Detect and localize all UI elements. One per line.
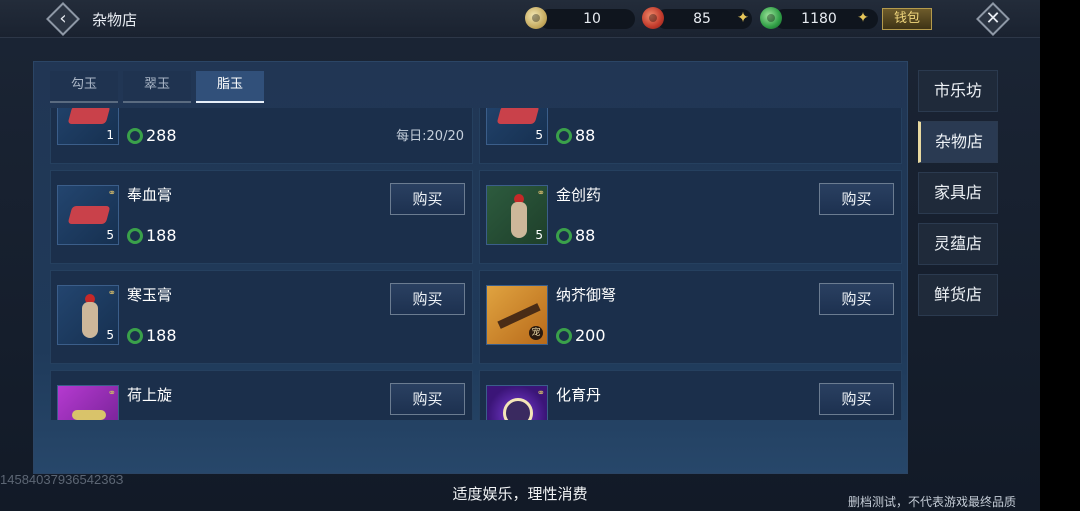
medicine-vase-icon [511,202,527,238]
nav-item-jiajudian[interactable]: 家具店 [918,172,998,214]
link-icon: ⚭ [536,388,545,399]
item-quantity: 5 [535,128,543,142]
list-item: 5 88 [479,108,902,164]
add-yellow-currency-plus-icon[interactable]: ✦ [736,11,750,25]
nav-item-lingyundian[interactable]: 灵蕴店 [918,223,998,265]
cold-jade-paste-icon [82,302,98,338]
list-item: ⚭ 化育丹 购买 [479,370,902,420]
item-price-value: 288 [146,126,177,145]
pet-badge: 宠 [529,326,543,340]
green-jade-coin-icon [127,328,143,344]
item-price-value: 88 [575,126,596,145]
item-thumbnail[interactable]: ⚭ 5 [57,285,119,345]
list-item: 1 288 每日:20/20 [50,108,473,164]
green-jade-coin-icon [127,128,143,144]
link-icon: ⚭ [536,188,545,199]
item-thumbnail[interactable]: 5 [486,108,548,145]
item-quantity: 5 [106,228,114,242]
item-thumbnail[interactable]: ⚭ [486,385,548,420]
blood-paste-icon [67,108,111,124]
shop-screen: ‹ 杂物店 10 85 ✦ 1180 ✦ ✦ 钱包 ✕ 勾玉 翠玉 脂玉 1 2… [0,0,1040,511]
green-jade-coin-icon [556,228,572,244]
item-price-value: 200 [575,326,606,345]
nav-item-zawudian[interactable]: 杂物店 [918,121,998,163]
currency-value: 10 [583,11,601,27]
close-icon: ✕ [985,8,1001,29]
item-thumbnail[interactable]: 1 [57,108,119,145]
paste-icon [496,108,540,124]
buy-button[interactable]: 购买 [819,283,894,315]
back-button[interactable]: ‹ [45,2,81,36]
item-thumbnail[interactable]: ⚭ 5 [57,185,119,245]
item-quantity: 5 [535,228,543,242]
item-name: 荷上旋 [127,386,173,404]
item-price-value: 188 [146,226,177,245]
list-item: ⚭ 5 寒玉膏 188 购买 [50,270,473,364]
yellow-jade-coin-icon [525,7,547,29]
tab-cuiyu[interactable]: 翠玉 [123,71,191,103]
item-name: 奉血膏 [127,186,173,204]
list-item: ⚭ 5 奉血膏 188 购买 [50,170,473,264]
dragonfly-icon [72,410,106,420]
green-jade-coin-icon [760,7,782,29]
crossbow-icon [497,303,541,329]
screen-edge [1040,0,1080,511]
page-title: 杂物店 [92,11,138,29]
green-jade-coin-icon [127,228,143,244]
red-coin-icon [642,7,664,29]
green-jade-coin-icon [556,128,572,144]
buy-button[interactable]: 购买 [390,183,465,215]
buy-button[interactable]: 购买 [819,183,894,215]
nav-item-shileyfang[interactable]: 市乐坊 [918,70,998,112]
currency-value: 1180 [801,11,837,27]
currency-yellow-jade: 10 [525,7,635,31]
item-name: 金创药 [556,186,602,204]
item-thumbnail[interactable]: 宠 [486,285,548,345]
elixir-pill-icon [503,398,533,420]
item-thumbnail[interactable]: ⚭ [57,385,119,420]
tab-gouyu[interactable]: 勾玉 [50,71,118,103]
tab-zhiyu[interactable]: 脂玉 [196,71,264,103]
link-icon: ⚭ [107,388,116,399]
currency-green-jade: 1180 ✦ [760,7,878,31]
list-item: ⚭ 荷上旋 购买 [50,370,473,420]
item-price-value: 188 [146,326,177,345]
add-green-currency-plus-icon[interactable]: ✦ [856,11,870,25]
green-jade-coin-icon [556,328,572,344]
currency-value: 85 [693,11,711,27]
close-button[interactable]: ✕ [975,2,1011,36]
wallet-button[interactable]: 钱包 [882,8,932,30]
item-price-value: 88 [575,226,596,245]
item-quantity: 5 [106,328,114,342]
top-bar: ‹ 杂物店 10 85 ✦ 1180 ✦ ✦ 钱包 ✕ [0,0,1040,38]
buy-button[interactable]: 购买 [390,283,465,315]
link-icon: ⚭ [107,188,116,199]
daily-limit: 每日:20/20 [396,129,464,144]
buy-button[interactable]: 购买 [390,383,465,415]
item-name: 纳芥御弩 [556,286,617,304]
item-thumbnail[interactable]: ⚭ 5 [486,185,548,245]
test-build-note: 删档测试，不代表游戏最终品质 [848,495,1017,509]
chevron-left-icon: ‹ [59,8,67,29]
list-item: 宠 纳芥御弩 200 购买 [479,270,902,364]
buy-button[interactable]: 购买 [819,383,894,415]
item-list[interactable]: 1 288 每日:20/20 5 88 ⚭ 5 奉血膏 188 购买 ⚭ 5 金… [50,108,902,420]
nav-item-xianhuodian[interactable]: 鲜货店 [918,274,998,316]
item-name: 化育丹 [556,386,602,404]
item-name: 寒玉膏 [127,286,173,304]
link-icon: ⚭ [107,288,116,299]
blood-paste-icon [67,206,111,224]
list-item: ⚭ 5 金创药 88 购买 [479,170,902,264]
item-quantity: 1 [106,128,114,142]
